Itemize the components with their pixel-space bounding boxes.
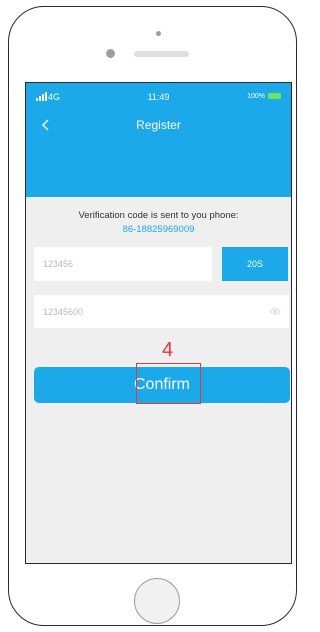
eye-icon[interactable] [269,307,281,316]
status-bar: 4G 11:49 100% [26,89,291,105]
verification-message: Verification code is sent to you phone: [78,210,239,221]
password-field[interactable] [43,295,253,328]
page-title: Register [136,118,181,132]
earpiece-speaker [134,51,189,57]
verification-code-field[interactable]: 123456 [34,247,212,281]
battery-icon [268,93,281,99]
step-annotation: 4 [162,339,174,361]
password-row [34,295,289,328]
battery-percent: 100% [247,93,265,100]
confirm-button[interactable]: Confirm [34,367,290,403]
home-button[interactable] [134,578,180,624]
front-camera [106,49,115,58]
nav-bar: Register [26,113,291,137]
phone-number: 86-18825969009 [122,224,195,235]
phone-screen: 4G 11:49 100% Register Verification code… [25,82,292,564]
sensor-dot [156,31,161,36]
resend-timer-button[interactable]: 20S [222,247,288,281]
app-header: 4G 11:49 100% Register [26,83,291,197]
